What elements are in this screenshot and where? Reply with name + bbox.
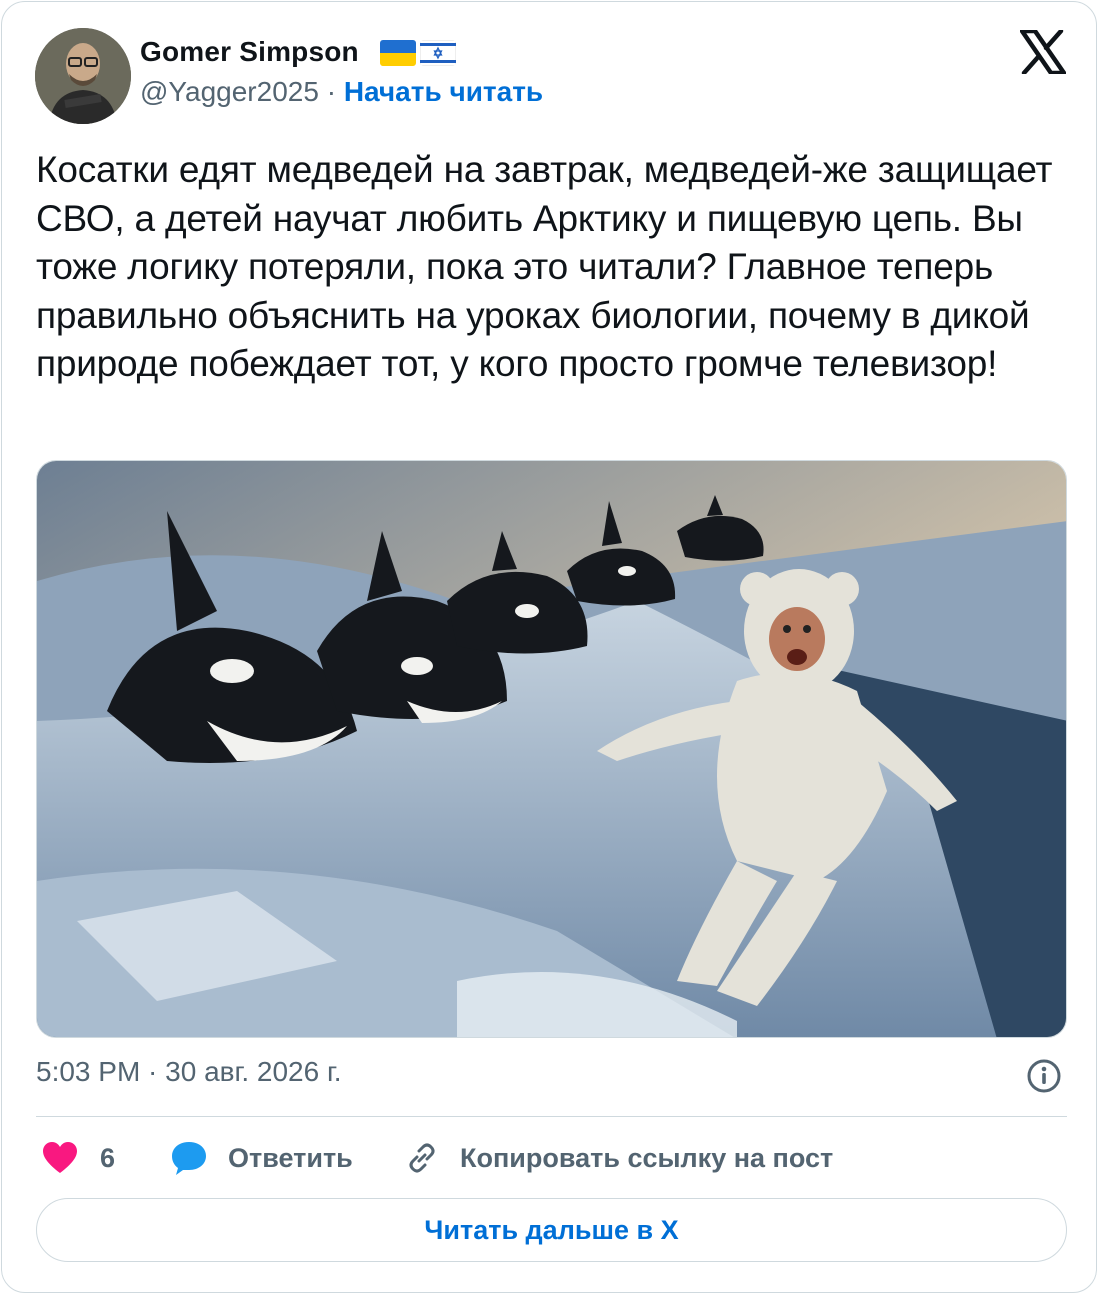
- follow-link[interactable]: Начать читать: [344, 76, 543, 107]
- israel-flag-icon: [420, 40, 456, 66]
- orcas-and-bear-illustration: [37, 461, 1066, 1037]
- heart-icon: [43, 1142, 77, 1173]
- info-icon[interactable]: [1026, 1058, 1062, 1094]
- author-handle-row: @Yagger2025 · Начать читать: [140, 76, 543, 108]
- author-name[interactable]: Gomer Simpson: [140, 36, 359, 68]
- tweet-embed-card: Gomer Simpson @Yagger2025 · Начать читат…: [1, 1, 1097, 1293]
- tweet-image[interactable]: [36, 460, 1067, 1038]
- like-count: 6: [100, 1142, 116, 1173]
- divider: [36, 1116, 1067, 1117]
- copy-link-label: Копировать ссылку на пост: [460, 1142, 834, 1173]
- author-flags: [380, 40, 456, 66]
- reply-bubble-icon: [172, 1142, 206, 1175]
- reply-label: Ответить: [228, 1142, 353, 1173]
- ukraine-flag-icon: [380, 40, 416, 66]
- copy-link-button[interactable]: Копировать ссылку на пост: [404, 1136, 833, 1180]
- tweet-timestamp[interactable]: 5:03 PM · 30 авг. 2026 г.: [36, 1056, 342, 1088]
- x-logo-icon[interactable]: [1019, 28, 1067, 76]
- handle-separator: ·: [326, 76, 337, 107]
- reply-button[interactable]: Ответить: [170, 1136, 353, 1180]
- author-handle[interactable]: @Yagger2025: [140, 76, 319, 107]
- read-more-button[interactable]: Читать дальше в X: [36, 1198, 1067, 1262]
- like-button[interactable]: 6: [42, 1136, 115, 1180]
- author-avatar[interactable]: [35, 28, 131, 124]
- tweet-text: Косатки едят медведей на завтрак, медвед…: [36, 149, 1053, 384]
- link-icon: [409, 1143, 435, 1173]
